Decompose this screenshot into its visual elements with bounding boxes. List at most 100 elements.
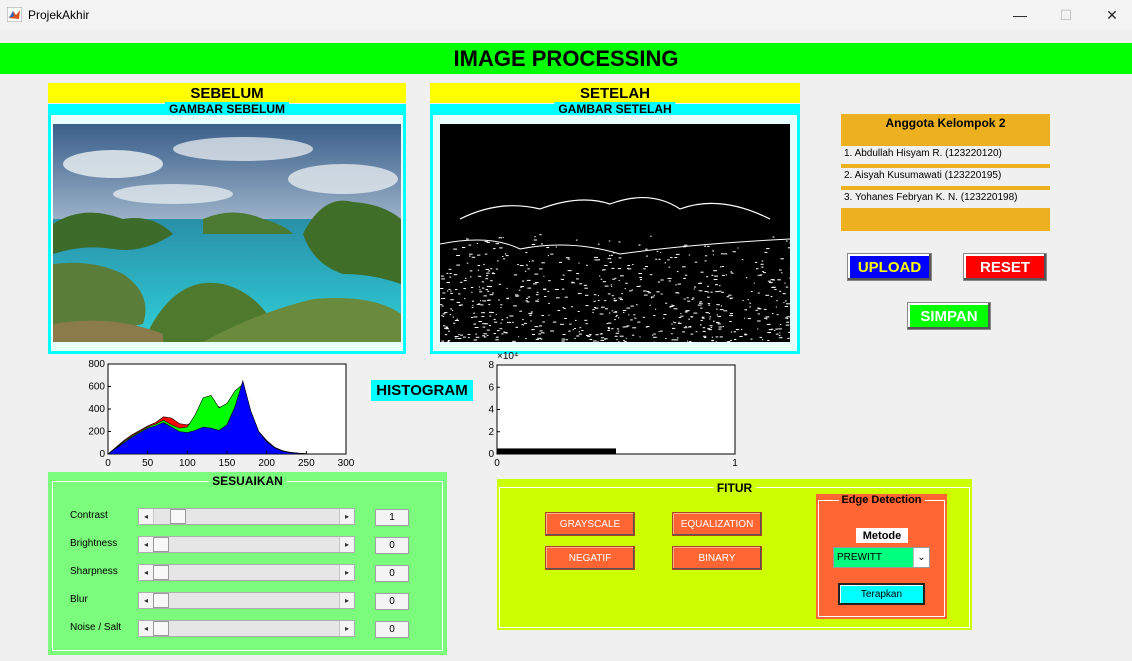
slider-left-arrow-icon[interactable]: ◂ — [139, 593, 154, 608]
edge-pixel — [469, 255, 471, 257]
edge-pixel — [527, 268, 530, 270]
edge-pixel — [563, 308, 566, 310]
edge-pixel — [487, 299, 491, 301]
slider-right-arrow-icon[interactable]: ▸ — [339, 621, 354, 636]
y-unit-label: ×10⁴ — [497, 351, 518, 362]
edge-pixel — [495, 243, 499, 245]
edge-pixel — [643, 294, 648, 296]
edge-pixel — [613, 300, 617, 302]
slider-left-arrow-icon[interactable]: ◂ — [139, 537, 154, 552]
edge-pixel — [757, 292, 760, 294]
edge-pixel — [614, 319, 616, 321]
edge-pixel — [687, 300, 691, 302]
edge-pixel — [699, 282, 702, 284]
edge-pixel — [560, 278, 564, 280]
x-tick-label: 250 — [298, 458, 315, 469]
edge-pixel — [597, 299, 600, 301]
edge-pixel — [700, 320, 703, 321]
edge-pixel — [614, 277, 617, 279]
slider-thumb[interactable] — [153, 621, 169, 636]
edge-pixel — [532, 283, 537, 285]
close-button[interactable]: ✕ — [1089, 0, 1132, 30]
edge-pixel — [534, 236, 536, 238]
edge-pixel — [757, 320, 761, 322]
edge-pixel — [493, 333, 496, 334]
edge-pixel — [543, 289, 546, 290]
minimize-button[interactable]: — — [997, 0, 1043, 30]
upload-button[interactable]: UPLOAD — [847, 253, 932, 281]
edge-pixel — [688, 254, 691, 256]
slider-thumb[interactable] — [170, 509, 187, 524]
edge-pixel — [601, 333, 603, 334]
edge-pixel — [709, 316, 712, 318]
edge-pixel — [489, 311, 492, 313]
edge-pixel — [625, 282, 628, 284]
equalization-button[interactable]: EQUALIZATION — [672, 512, 762, 536]
slider-thumb[interactable] — [153, 537, 169, 552]
edge-pixel — [712, 254, 714, 256]
edge-pixel — [503, 258, 505, 260]
edge-pixel — [711, 274, 714, 276]
edge-pixel — [763, 308, 767, 310]
slider-right-arrow-icon[interactable]: ▸ — [339, 537, 354, 552]
terapkan-button[interactable]: Terapkan — [838, 583, 925, 605]
edge-pixel — [755, 309, 758, 311]
slider-value-field[interactable]: 0 — [375, 537, 409, 554]
edge-pixel — [601, 306, 605, 308]
edge-pixel — [585, 294, 589, 296]
adjust-slider[interactable]: ◂ ▸ — [138, 508, 355, 525]
edge-pixel — [452, 316, 454, 318]
edge-pixel — [593, 294, 597, 296]
binary-button[interactable]: BINARY — [672, 546, 762, 570]
slider-thumb[interactable] — [153, 565, 169, 580]
adjust-slider[interactable]: ◂ ▸ — [138, 592, 355, 609]
edge-pixel — [715, 284, 718, 286]
edge-pixel — [777, 279, 781, 281]
slider-value-field[interactable]: 1 — [375, 509, 409, 526]
edge-pixel — [611, 328, 614, 330]
grayscale-button[interactable]: GRAYSCALE — [545, 512, 635, 536]
edge-pixel — [456, 301, 461, 303]
edge-pixel — [459, 281, 463, 283]
maximize-button[interactable]: ☐ — [1043, 0, 1089, 30]
edge-pixel — [622, 326, 626, 328]
edge-pixel — [594, 307, 599, 309]
slider-right-arrow-icon[interactable]: ▸ — [339, 593, 354, 608]
slider-right-arrow-icon[interactable]: ▸ — [339, 509, 354, 524]
edge-pixel — [609, 255, 611, 257]
slider-value-field[interactable]: 0 — [375, 621, 409, 638]
simpan-button[interactable]: SIMPAN — [907, 302, 991, 330]
slider-value-field[interactable]: 0 — [375, 593, 409, 610]
slider-thumb[interactable] — [153, 593, 169, 608]
adjust-slider[interactable]: ◂ ▸ — [138, 536, 355, 553]
edge-pixel — [607, 327, 610, 329]
edge-pixel — [544, 296, 547, 297]
reset-button[interactable]: RESET — [963, 253, 1047, 281]
edge-pixel — [649, 274, 653, 276]
edge-pixel — [498, 237, 502, 239]
edge-pixel — [458, 293, 461, 295]
edge-pixel — [660, 279, 664, 281]
negatif-button[interactable]: NEGATIF — [545, 546, 635, 570]
slider-left-arrow-icon[interactable]: ◂ — [139, 621, 154, 636]
edge-pixel — [682, 331, 685, 333]
edge-pixel — [711, 340, 714, 342]
adjust-slider[interactable]: ◂ ▸ — [138, 564, 355, 581]
edge-pixel — [472, 300, 475, 302]
adjust-slider[interactable]: ◂ ▸ — [138, 620, 355, 637]
edge-pixel — [600, 339, 605, 341]
edge-pixel — [454, 320, 459, 321]
slider-value-field[interactable]: 0 — [375, 565, 409, 582]
edge-pixel — [440, 288, 444, 289]
edge-pixel — [788, 331, 792, 333]
slider-left-arrow-icon[interactable]: ◂ — [139, 565, 154, 580]
edge-pixel — [757, 313, 760, 315]
edge-pixel — [489, 294, 494, 296]
edge-pixel — [771, 286, 775, 288]
edge-line — [439, 238, 791, 255]
x-tick-label: 50 — [142, 458, 154, 469]
edge-pixel — [611, 295, 614, 297]
metode-select[interactable]: PREWITT ⌄ — [833, 547, 930, 568]
slider-right-arrow-icon[interactable]: ▸ — [339, 565, 354, 580]
slider-left-arrow-icon[interactable]: ◂ — [139, 509, 154, 524]
